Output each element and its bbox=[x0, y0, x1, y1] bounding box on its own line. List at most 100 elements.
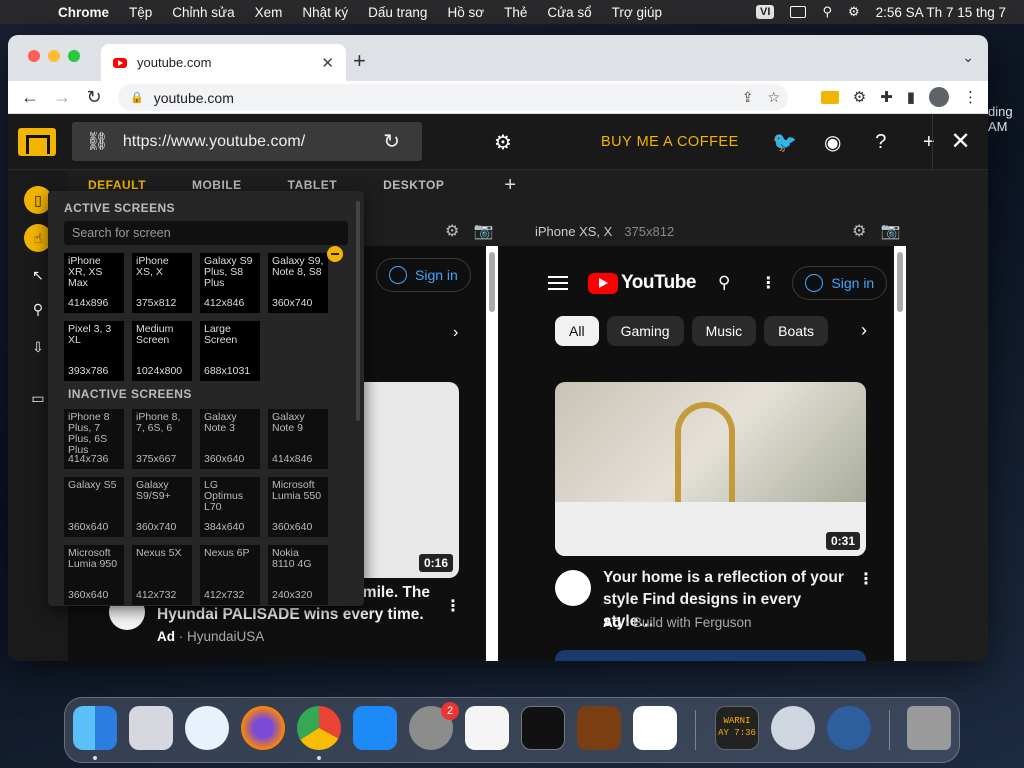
screen-search-input[interactable]: Search for screen bbox=[64, 221, 348, 245]
screen-card[interactable]: Pixel 3, 3 XL 393x786 bbox=[64, 321, 124, 381]
screen-card[interactable]: Nexus 5X 412x732 bbox=[132, 545, 192, 605]
menu-app-name[interactable]: Chrome bbox=[58, 5, 109, 20]
screen-card[interactable]: iPhone 8 Plus, 7 Plus, 6S Plus 414x736 bbox=[64, 409, 124, 469]
device-settings-icon[interactable]: ⚙ bbox=[445, 223, 459, 240]
screen-card[interactable]: Nokia 8110 4G 240x320 bbox=[268, 545, 328, 605]
minimize-window-button[interactable] bbox=[48, 50, 60, 62]
responsive-viewer-extension-icon[interactable] bbox=[820, 90, 839, 104]
screen-card[interactable]: Galaxy S9 Plus, S8 Plus 412x846 bbox=[200, 253, 260, 313]
tab-search-chevron-icon[interactable]: ⌄ bbox=[962, 49, 974, 66]
remove-screen-icon[interactable] bbox=[327, 246, 343, 262]
buy-me-a-coffee-link[interactable]: BUY ME A COFFEE bbox=[601, 134, 739, 150]
chip-gaming[interactable]: Gaming bbox=[606, 316, 684, 346]
video-thumbnail-right[interactable]: 0:31 bbox=[555, 382, 866, 556]
help-icon[interactable]: ? bbox=[857, 131, 905, 154]
screen-card[interactable]: Galaxy S9/S9+ 360x740 bbox=[132, 477, 192, 537]
bookmark-star-icon[interactable]: ☆ bbox=[767, 89, 780, 106]
screenshot-camera-icon[interactable]: 📷 bbox=[474, 223, 494, 240]
textedit-icon[interactable] bbox=[465, 706, 509, 750]
window-switch-icon[interactable] bbox=[790, 6, 807, 18]
share-icon[interactable]: ⇪ bbox=[742, 89, 754, 106]
hamburger-menu-icon[interactable] bbox=[548, 276, 568, 290]
signin-button-left[interactable]: Sign in bbox=[376, 258, 471, 292]
channel-avatar-ferguson[interactable] bbox=[555, 570, 591, 606]
screen-card[interactable]: LG Optimus L70 384x640 bbox=[200, 477, 260, 537]
side-panel-icon[interactable]: ▮ bbox=[907, 88, 915, 106]
more-options-icon[interactable]: ⋮ bbox=[858, 569, 874, 589]
url-input[interactable]: ⛓ https://www.youtube.com/ ↻ bbox=[72, 122, 422, 161]
terminal-icon[interactable] bbox=[521, 706, 565, 750]
tab-tablet[interactable]: TABLET bbox=[288, 178, 337, 192]
launchpad-icon[interactable] bbox=[129, 706, 173, 750]
new-tab-button[interactable]: + bbox=[353, 48, 366, 74]
safari-icon[interactable] bbox=[185, 706, 229, 750]
console-icon[interactable]: WARNI AY 7:36 bbox=[715, 706, 759, 750]
screen-card[interactable]: Galaxy S5 360x640 bbox=[64, 477, 124, 537]
back-button[interactable]: ← bbox=[14, 87, 46, 108]
control-center-icon[interactable]: ⚙ bbox=[848, 4, 860, 20]
menu-item-history[interactable]: Nhật ký bbox=[302, 5, 348, 20]
chips-next-icon[interactable]: › bbox=[861, 320, 867, 341]
screen-card[interactable]: iPhone XR, XS Max 414x896 bbox=[64, 253, 124, 313]
chip-music[interactable]: Music bbox=[691, 316, 757, 346]
search-icon[interactable]: ⚲ bbox=[718, 273, 730, 293]
settings-gear-icon[interactable]: ⚙ bbox=[493, 130, 513, 155]
chrome-icon[interactable] bbox=[297, 706, 341, 750]
menu-item-view[interactable]: Xem bbox=[255, 5, 283, 20]
menu-item-profiles[interactable]: Hồ sơ bbox=[447, 5, 484, 20]
screen-card[interactable]: Large Screen 688x1031 bbox=[200, 321, 260, 381]
github-icon[interactable]: ◉ bbox=[809, 130, 857, 155]
screen-card[interactable]: iPhone 8, 7, 6S, 6 375x667 bbox=[132, 409, 192, 469]
screen-card[interactable]: Microsoft Lumia 950 360x640 bbox=[64, 545, 124, 605]
trash-icon[interactable] bbox=[907, 706, 951, 750]
screen-card[interactable]: Microsoft Lumia 550 360x640 bbox=[268, 477, 328, 537]
twitter-icon[interactable]: 🐦 bbox=[761, 130, 809, 155]
menu-item-tab[interactable]: Thẻ bbox=[504, 5, 527, 20]
vscode-icon[interactable] bbox=[633, 706, 677, 750]
more-options-icon[interactable]: ⋮ bbox=[760, 273, 776, 293]
screen-card[interactable]: Medium Screen 1024x800 bbox=[132, 321, 192, 381]
screen-card[interactable]: Galaxy Note 9 414x846 bbox=[268, 409, 328, 469]
add-view-button[interactable]: + bbox=[504, 174, 516, 197]
tab-desktop[interactable]: DESKTOP bbox=[383, 178, 444, 192]
menu-item-edit[interactable]: Chỉnh sửa bbox=[172, 5, 234, 20]
tab-mobile[interactable]: MOBILE bbox=[192, 178, 242, 192]
forward-button[interactable]: → bbox=[46, 87, 78, 108]
browser-tab[interactable]: youtube.com ✕ bbox=[101, 44, 346, 81]
cta-button-partial[interactable] bbox=[555, 650, 866, 661]
spotlight-icon[interactable]: ⚲ bbox=[822, 4, 832, 20]
profile-avatar[interactable] bbox=[929, 87, 949, 107]
scrollbar-left[interactable] bbox=[486, 246, 498, 661]
chip-boats[interactable]: Boats bbox=[764, 316, 828, 346]
device-settings-icon[interactable]: ⚙ bbox=[852, 223, 866, 240]
clock[interactable]: 2:56 SA Th 7 15 thg 7 bbox=[876, 5, 1006, 20]
refresh-icon[interactable]: ↻ bbox=[383, 129, 400, 154]
menu-item-bookmarks[interactable]: Dấu trang bbox=[368, 5, 427, 20]
menu-item-help[interactable]: Trợ giúp bbox=[612, 5, 662, 20]
app-store-icon[interactable] bbox=[353, 706, 397, 750]
close-viewer-button[interactable]: ✕ bbox=[932, 114, 988, 170]
garageband-icon[interactable] bbox=[577, 706, 621, 750]
automator-icon[interactable] bbox=[771, 706, 815, 750]
youtube-logo[interactable]: YouTube bbox=[588, 272, 696, 294]
chip-all[interactable]: All bbox=[555, 316, 599, 346]
tab-default[interactable]: DEFAULT bbox=[88, 178, 146, 192]
input-source-badge[interactable]: VI bbox=[756, 5, 775, 19]
extension-car-icon[interactable]: ⚙ bbox=[853, 88, 866, 106]
screen-card[interactable]: Nexus 6P 412x732 bbox=[200, 545, 260, 605]
screen-card[interactable]: Galaxy S9, Note 8, S8 360x740 bbox=[268, 253, 328, 313]
menu-item-file[interactable]: Tệp bbox=[129, 5, 152, 20]
screen-card[interactable]: iPhone XS, X 375x812 bbox=[132, 253, 192, 313]
quicktime-icon[interactable] bbox=[827, 706, 871, 750]
close-window-button[interactable] bbox=[28, 50, 40, 62]
extensions-puzzle-icon[interactable]: ✚ bbox=[880, 88, 893, 106]
menu-item-window[interactable]: Cửa sổ bbox=[547, 5, 591, 20]
lock-icon[interactable]: 🔒 bbox=[130, 91, 144, 104]
scrollbar-right[interactable] bbox=[894, 246, 906, 661]
reload-button[interactable]: ↻ bbox=[78, 87, 110, 108]
address-bar[interactable]: 🔒 youtube.com ⇪ ☆ bbox=[118, 84, 788, 111]
firefox-icon[interactable] bbox=[241, 706, 285, 750]
screenshot-camera-icon[interactable]: 📷 bbox=[881, 223, 901, 240]
zoom-window-button[interactable] bbox=[68, 50, 80, 62]
panel-scrollbar[interactable] bbox=[356, 201, 360, 421]
